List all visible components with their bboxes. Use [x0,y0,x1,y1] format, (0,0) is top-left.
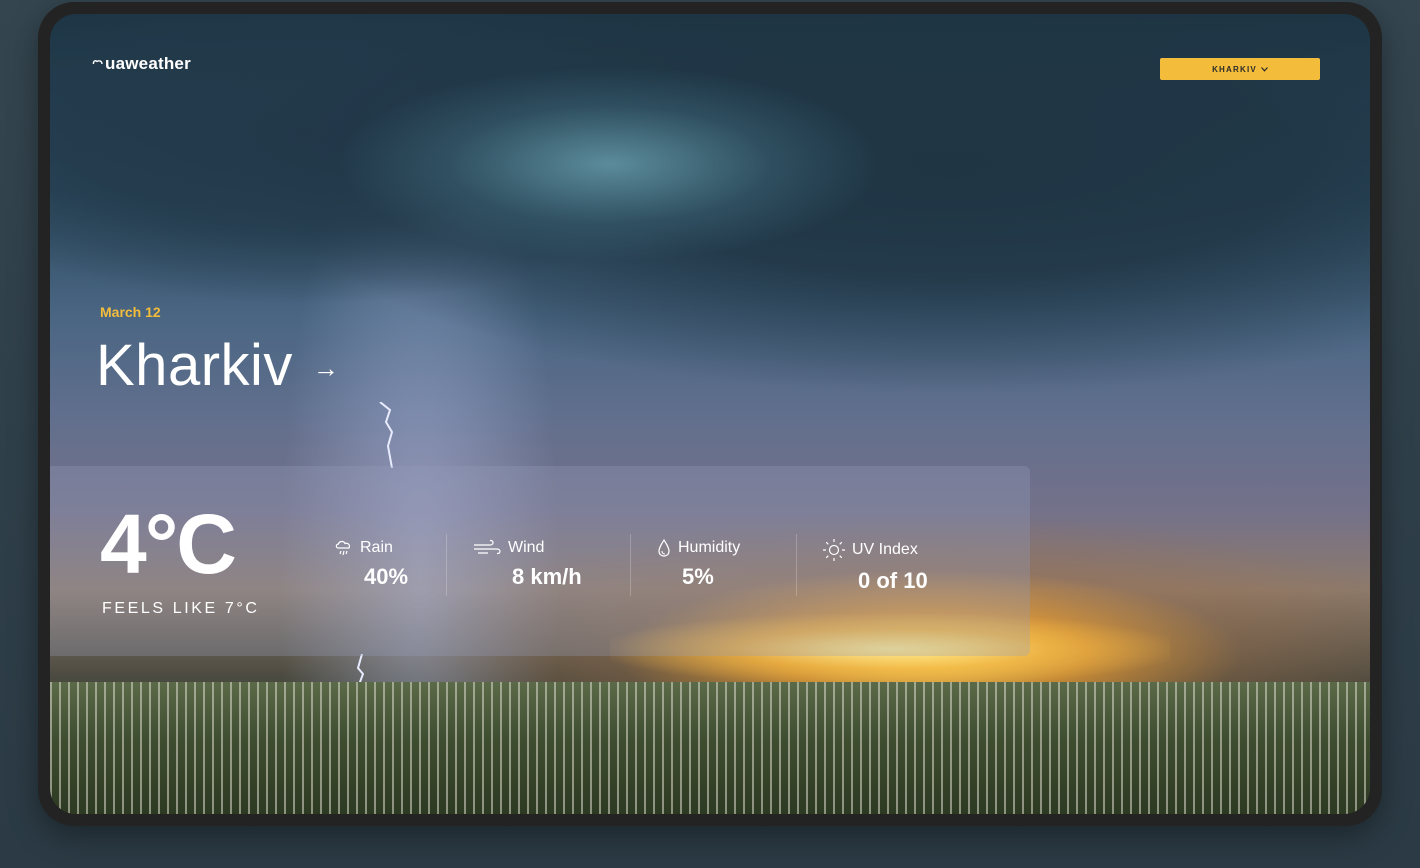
metric-divider [796,534,797,596]
city-name: Kharkiv [96,333,293,398]
city-heading: Kharkiv → [96,332,339,399]
app-logo[interactable]: uaweather [92,54,191,74]
wind-icon [474,539,501,555]
metric-wind: Wind 8 km/h [472,538,582,590]
chevron-down-icon [1260,66,1268,72]
metric-humidity: Humidity 5% [656,538,740,590]
feels-like: FEELS LIKE 7°C [102,600,260,617]
metric-uv-index-label: UV Index [852,541,918,558]
metric-wind-value: 8 km/h [512,564,582,589]
metric-humidity-value: 5% [682,564,714,589]
current-conditions-panel: 4°C FEELS LIKE 7°C Rain 40% Wind 8 km/h … [50,466,1030,656]
metric-divider [446,534,447,596]
humidity-icon [658,538,670,557]
rain-icon [335,540,351,556]
temperature: 4°C [100,497,237,591]
lightning-bolt-upper [379,402,394,468]
crop-field [50,682,1370,814]
city-select-label: KHARKIV [1212,64,1257,74]
cloud-logo-icon [92,60,103,65]
metric-uv-index-value: 0 of 10 [858,568,928,593]
city-select-button[interactable]: KHARKIV [1160,58,1320,80]
weather-screen: uaweather KHARKIV March 12 Kharkiv → 4°C… [50,14,1370,814]
metric-rain-label: Rain [360,539,393,556]
sun-icon [823,539,845,561]
current-date: March 12 [100,304,161,320]
metric-humidity-label: Humidity [678,539,741,556]
metric-uv-index: UV Index 0 of 10 [822,538,928,594]
metric-wind-label: Wind [508,539,545,556]
arrow-right-icon[interactable]: → [313,353,340,384]
logo-text: uaweather [105,54,191,73]
device-frame: uaweather KHARKIV March 12 Kharkiv → 4°C… [38,2,1382,826]
metric-rain-value: 40% [364,564,409,589]
metric-divider [630,534,631,596]
metric-rain: Rain 40% [334,538,408,590]
